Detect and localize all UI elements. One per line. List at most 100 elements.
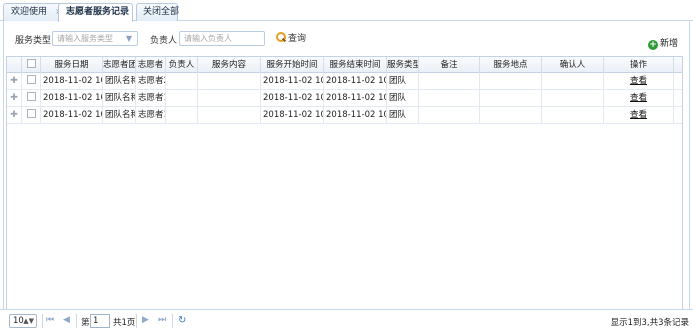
tab-volunteer-records[interactable]: 志愿者服务记录 ×	[58, 3, 133, 22]
cell-end: 2018-11-02 10:3	[324, 90, 387, 106]
page-size-value: 10	[13, 316, 24, 326]
expand-column-header	[7, 57, 22, 73]
cell-start: 2018-11-02 10:3	[261, 107, 324, 123]
cell-content	[198, 107, 261, 123]
column-header[interactable]: 服务日期	[41, 57, 103, 73]
cell-type: 团队	[387, 107, 419, 123]
cell-start: 2018-11-02 10:3	[261, 90, 324, 106]
sort-updown-icon: ▲▼	[23, 317, 34, 325]
cell-date: 2018-11-02 10:3	[41, 90, 103, 106]
cell-owner	[166, 107, 198, 123]
prev-page-icon[interactable]: ◀	[63, 315, 70, 325]
owner-input[interactable]: 请输入负责人	[179, 31, 265, 46]
tab-close-all[interactable]: 关闭全部	[136, 3, 180, 21]
divider	[136, 314, 137, 328]
tab-volunteer-records-label: 志愿者服务记录	[66, 7, 130, 17]
cell-owner	[166, 90, 198, 106]
cell-content	[198, 90, 261, 106]
column-header[interactable]: 备注	[419, 57, 480, 73]
column-header[interactable]: 服务类型	[387, 57, 419, 73]
service-type-label: 服务类型	[15, 36, 52, 46]
column-header[interactable]: 志愿者	[136, 57, 166, 73]
row-checkbox[interactable]	[26, 92, 36, 101]
close-icon[interactable]: ×	[121, 4, 128, 20]
cell-team: 团队名称	[103, 73, 136, 89]
tab-welcome-label: 欢迎使用	[11, 7, 48, 17]
cell-note	[419, 73, 480, 89]
add-button[interactable]: + 新增	[648, 36, 678, 50]
search-icon	[275, 32, 286, 43]
cell-confirm	[542, 73, 604, 89]
first-page-icon[interactable]: ⏮	[46, 315, 54, 325]
page-size-select[interactable]: 10 ▲▼	[9, 314, 37, 328]
expand-icon[interactable]: ✚	[7, 107, 22, 123]
cell-date: 2018-11-02 10:3	[41, 73, 103, 89]
cell-place	[480, 107, 542, 123]
cell-end: 2018-11-02 10:3	[324, 73, 387, 89]
last-page-icon[interactable]: ⏭	[158, 315, 166, 325]
column-header[interactable]: 服务开始时间	[261, 57, 324, 73]
view-link[interactable]: 查看	[630, 76, 647, 86]
chevron-down-icon[interactable]: ▼	[122, 33, 136, 44]
expand-icon[interactable]: ✚	[7, 73, 22, 89]
records-table: 服务日期 志愿者团 志愿者 负责人 服务内容 服务开始时间 服务结束时间 服务类…	[6, 56, 683, 311]
cell-volunteer: 志愿者1	[136, 90, 166, 106]
table-row[interactable]: ✚ 2018-11-02 10:3 团队名称 志愿者1 2018-11-02 1…	[7, 90, 682, 107]
refresh-icon[interactable]: ↻	[178, 315, 186, 326]
table-row[interactable]: ✚ 2018-11-02 10:3 团队名称 志愿者2 2018-11-02 1…	[7, 73, 682, 90]
column-header[interactable]: 服务地点	[480, 57, 542, 73]
row-select-cell	[22, 73, 41, 89]
query-label: 查询	[288, 34, 307, 44]
page-total-label: 共1页	[113, 318, 136, 328]
cell-team: 团队名称	[103, 90, 136, 106]
query-button[interactable]: 查询	[275, 31, 306, 45]
page-prefix-label: 第	[81, 318, 90, 328]
table-row[interactable]: ✚ 2018-11-02 10:3 团队名称 志愿者1 2018-11-02 1…	[7, 107, 682, 124]
cell-type: 团队	[387, 90, 419, 106]
cell-confirm	[542, 90, 604, 106]
view-link-cell: 查看	[604, 90, 674, 106]
column-header[interactable]: 负责人	[166, 57, 198, 73]
column-header[interactable]: 服务结束时间	[324, 57, 387, 73]
select-all-checkbox[interactable]	[26, 59, 36, 68]
cell-volunteer: 志愿者1	[136, 107, 166, 123]
cell-date: 2018-11-02 10:3	[41, 107, 103, 123]
row-select-cell	[22, 90, 41, 106]
view-link[interactable]: 查看	[630, 93, 647, 103]
column-header[interactable]: 服务内容	[198, 57, 261, 73]
tab-bar: 欢迎使用 × 志愿者服务记录 × 关闭全部	[0, 0, 693, 22]
next-page-icon[interactable]: ▶	[142, 315, 149, 325]
pagination-bar: 10 ▲▼ ⏮ ◀ 第 1 共1页 ▶ ⏭ ↻ 显示1到3,共3条记录	[0, 309, 693, 332]
table-header: 服务日期 志愿者团 志愿者 负责人 服务内容 服务开始时间 服务结束时间 服务类…	[7, 57, 682, 73]
tab-close-all-label: 关闭全部	[143, 7, 180, 17]
add-icon: +	[648, 40, 658, 50]
cell-end: 2018-11-02 10:3	[324, 107, 387, 123]
view-link-cell: 查看	[604, 107, 674, 123]
row-select-cell	[22, 107, 41, 123]
cell-note	[419, 90, 480, 106]
owner-placeholder: 请输入负责人	[184, 34, 232, 43]
column-header[interactable]: 志愿者团	[103, 57, 136, 73]
column-header[interactable]: 操作	[604, 57, 674, 73]
row-checkbox[interactable]	[26, 109, 36, 118]
add-label: 新增	[660, 39, 679, 49]
cell-volunteer: 志愿者2	[136, 73, 166, 89]
cell-place	[480, 73, 542, 89]
cell-place	[480, 90, 542, 106]
service-type-select[interactable]: 请输入服务类型 ▼	[52, 31, 138, 46]
cell-content	[198, 73, 261, 89]
divider	[172, 314, 173, 328]
select-all-cell	[22, 57, 41, 73]
view-link[interactable]: 查看	[630, 110, 647, 120]
view-link-cell: 查看	[604, 73, 674, 89]
divider	[42, 314, 43, 328]
column-header[interactable]: 确认人	[542, 57, 604, 73]
cell-start: 2018-11-02 10:3	[261, 73, 324, 89]
page-number-value: 1	[93, 316, 99, 326]
cell-note	[419, 107, 480, 123]
page-number-input[interactable]: 1	[90, 314, 110, 328]
row-checkbox[interactable]	[26, 75, 36, 84]
cell-owner	[166, 73, 198, 89]
expand-icon[interactable]: ✚	[7, 90, 22, 106]
record-info: 显示1到3,共3条记录	[610, 318, 689, 328]
